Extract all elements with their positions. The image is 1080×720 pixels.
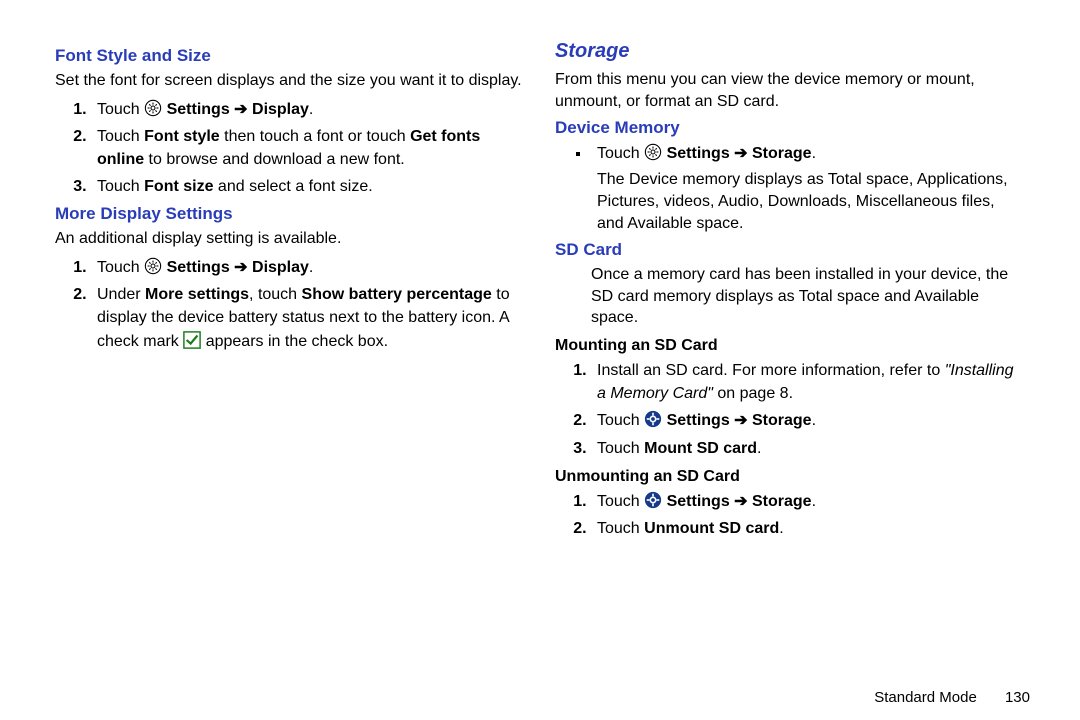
- heading-device-memory: Device Memory: [555, 118, 1025, 138]
- step-item: Touch Mount SD card.: [591, 437, 1025, 460]
- text: Touch: [597, 493, 644, 510]
- text-bold: Show battery percentage: [302, 286, 492, 303]
- step-item: Touch Settings ➔ Storage.: [591, 409, 1025, 432]
- text: .: [309, 101, 313, 118]
- step-item: Install an SD card. For more information…: [591, 359, 1025, 405]
- text: Touch: [597, 412, 644, 429]
- text-bold: More settings: [145, 286, 249, 303]
- text-bold: Mount SD card: [644, 440, 757, 457]
- heading-font-style-size: Font Style and Size: [55, 46, 525, 66]
- heading-storage: Storage: [555, 40, 1025, 63]
- text: Touch: [597, 520, 644, 537]
- text: Touch: [597, 440, 644, 457]
- footer-mode: Standard Mode: [874, 689, 977, 706]
- footer-page-number: 130: [1005, 689, 1030, 706]
- text-bold: Settings ➔ Storage: [667, 412, 812, 429]
- list-item: Touch Settings ➔ Storage. The Device mem…: [591, 142, 1025, 234]
- heading-more-display: More Display Settings: [55, 204, 525, 224]
- heading-mounting: Mounting an SD Card: [555, 337, 1025, 355]
- text: Touch: [97, 128, 144, 145]
- text: and select a font size.: [213, 178, 372, 195]
- intro-storage: From this menu you can view the device m…: [555, 69, 1025, 112]
- step-item: Touch Settings ➔ Display.: [91, 98, 525, 121]
- text: .: [812, 493, 816, 510]
- text: .: [309, 259, 313, 276]
- manual-page: Font Style and Size Set the font for scr…: [0, 0, 1080, 680]
- text: Touch: [97, 259, 144, 276]
- text: then touch a font or touch: [220, 128, 410, 145]
- text-bold: Settings ➔ Display: [167, 259, 309, 276]
- steps-unmounting: Touch Settings ➔ Storage. Touch Unmount …: [555, 490, 1025, 540]
- step-item: Touch Settings ➔ Storage.: [591, 490, 1025, 513]
- text: Under: [97, 286, 145, 303]
- steps-more-display: Touch Settings ➔ Display. Under More set…: [55, 256, 525, 353]
- text: Touch: [97, 178, 144, 195]
- checkmark-icon: [183, 331, 201, 349]
- steps-mounting: Install an SD card. For more information…: [555, 359, 1025, 460]
- intro-more-display: An additional display setting is availab…: [55, 228, 525, 250]
- text: , touch: [249, 286, 301, 303]
- steps-font-style: Touch Settings ➔ Display. Touch Font sty…: [55, 98, 525, 199]
- text: Touch: [597, 145, 644, 162]
- right-column: Storage From this menu you can view the …: [540, 40, 1040, 660]
- bullets-device-memory: Touch Settings ➔ Storage. The Device mem…: [555, 142, 1025, 234]
- text: Install an SD card. For more information…: [597, 362, 945, 379]
- heading-sd-card: SD Card: [555, 240, 1025, 260]
- settings-outline-icon: [644, 143, 662, 161]
- step-item: Under More settings, touch Show battery …: [91, 283, 525, 353]
- text: on page 8.: [713, 385, 793, 402]
- left-column: Font Style and Size Set the font for scr…: [40, 40, 540, 660]
- text: to browse and download a new font.: [144, 151, 405, 168]
- sd-card-desc: Once a memory card has been installed in…: [591, 264, 1025, 329]
- page-footer: Standard Mode 130: [874, 689, 1030, 706]
- step-item: Touch Font style then touch a font or to…: [91, 125, 525, 171]
- device-memory-desc: The Device memory displays as Total spac…: [597, 169, 1025, 234]
- settings-outline-icon: [144, 99, 162, 117]
- text: .: [779, 520, 783, 537]
- text: Touch: [97, 101, 144, 118]
- text: .: [757, 440, 761, 457]
- text-bold: Settings ➔ Storage: [667, 493, 812, 510]
- heading-unmounting: Unmounting an SD Card: [555, 468, 1025, 486]
- text-bold: Font style: [144, 128, 220, 145]
- step-item: Touch Settings ➔ Display.: [91, 256, 525, 279]
- text: appears in the check box.: [206, 333, 388, 350]
- text-bold: Settings ➔ Display: [167, 101, 309, 118]
- step-item: Touch Font size and select a font size.: [91, 175, 525, 198]
- step-item: Touch Unmount SD card.: [591, 517, 1025, 540]
- settings-dark-icon: [644, 491, 662, 509]
- text-bold: Unmount SD card: [644, 520, 779, 537]
- intro-font-style: Set the font for screen displays and the…: [55, 70, 525, 92]
- text: .: [812, 145, 816, 162]
- text: .: [812, 412, 816, 429]
- settings-outline-icon: [144, 257, 162, 275]
- settings-dark-icon: [644, 410, 662, 428]
- text-bold: Font size: [144, 178, 213, 195]
- text-bold: Settings ➔ Storage: [667, 145, 812, 162]
